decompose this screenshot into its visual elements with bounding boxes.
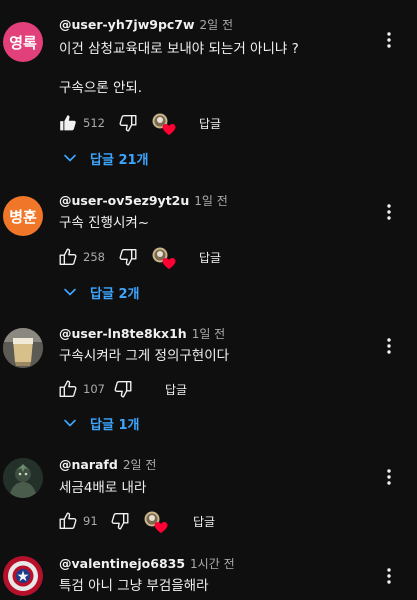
like-count: 91 bbox=[83, 514, 98, 528]
comment-text-line: 특검 아니 그냥 부검을해라 bbox=[59, 578, 209, 594]
avatar[interactable] bbox=[3, 458, 43, 498]
more-vertical-icon bbox=[379, 566, 399, 586]
like-count: 107 bbox=[83, 382, 105, 396]
chevron-down-icon bbox=[62, 415, 78, 431]
comment-header: @user-ov5ez9yt2u 1일 전 bbox=[59, 193, 228, 209]
comment-header: @user-ln8te8kx1h 1일 전 bbox=[59, 326, 225, 342]
reply-button[interactable]: 답글 bbox=[165, 381, 187, 398]
more-vertical-icon bbox=[379, 202, 399, 222]
comment-actions: 258 답글 bbox=[57, 246, 307, 270]
creator-heart-icon bbox=[151, 112, 177, 136]
avatar-image bbox=[3, 328, 43, 368]
thumbs-down-icon[interactable] bbox=[112, 378, 134, 400]
creator-heart-icon bbox=[151, 246, 177, 270]
avatar[interactable] bbox=[3, 556, 43, 596]
more-vertical-icon bbox=[379, 336, 399, 356]
comment-header: @user-yh7jw9pc7w 2일 전 bbox=[59, 17, 233, 33]
thumbs-down-icon[interactable] bbox=[109, 510, 131, 532]
comment-header: @valentinejo6835 1시간 전 bbox=[59, 556, 235, 572]
comment-time[interactable]: 1일 전 bbox=[194, 194, 228, 208]
more-button[interactable] bbox=[379, 202, 399, 222]
comment-actions: 91 답글 bbox=[57, 510, 307, 534]
author-name[interactable]: @user-ln8te8kx1h bbox=[59, 326, 187, 341]
thumbs-down-icon[interactable] bbox=[117, 246, 139, 268]
thumbs-up-icon[interactable] bbox=[57, 378, 79, 400]
chevron-down-icon bbox=[62, 150, 78, 166]
more-vertical-icon bbox=[379, 30, 399, 50]
avatar-initials: 병훈 bbox=[9, 207, 37, 226]
comment-actions: 107 답글 bbox=[57, 378, 307, 402]
comment-time[interactable]: 1일 전 bbox=[192, 327, 226, 341]
comment-time[interactable]: 2일 전 bbox=[200, 18, 234, 32]
avatar-image bbox=[3, 458, 43, 498]
thumbs-up-icon[interactable] bbox=[57, 246, 79, 268]
author-name[interactable]: @user-yh7jw9pc7w bbox=[59, 17, 195, 32]
like-count: 512 bbox=[83, 116, 105, 130]
thumbs-down-icon[interactable] bbox=[117, 112, 139, 134]
reply-button[interactable]: 답글 bbox=[193, 513, 215, 530]
reply-button[interactable]: 답글 bbox=[199, 249, 221, 266]
comment-text-line: 구속 진행시켜~ bbox=[59, 215, 150, 231]
comment-header: @narafd 2일 전 bbox=[59, 457, 156, 473]
comment-text-line: 세금4배로 내라 bbox=[59, 480, 147, 496]
more-button[interactable] bbox=[379, 336, 399, 356]
more-button[interactable] bbox=[379, 30, 399, 50]
comment-time[interactable]: 1시간 전 bbox=[190, 557, 235, 571]
view-replies-button[interactable]: 답글 2개 bbox=[62, 282, 139, 302]
avatar[interactable] bbox=[3, 328, 43, 368]
comment-text-line: 구속으론 안되. bbox=[59, 80, 143, 96]
creator-heart-icon bbox=[143, 510, 169, 534]
comment-time[interactable]: 2일 전 bbox=[123, 458, 157, 472]
author-name[interactable]: @narafd bbox=[59, 457, 118, 472]
thumbs-up-icon[interactable] bbox=[57, 510, 79, 532]
avatar-initials: 영록 bbox=[9, 33, 37, 52]
comment-text-line: 구속시켜라 그게 정의구현이다 bbox=[59, 348, 230, 364]
comment-text-line: 이건 삼청교육대로 보내야 되는거 아니냐 ? bbox=[59, 41, 299, 57]
comment-actions: 512 답글 bbox=[57, 112, 307, 136]
chevron-down-icon bbox=[62, 284, 78, 300]
author-name[interactable]: @valentinejo6835 bbox=[59, 556, 185, 571]
avatar[interactable]: 영록 bbox=[3, 22, 43, 62]
more-vertical-icon bbox=[379, 467, 399, 487]
reply-button[interactable]: 답글 bbox=[199, 115, 221, 132]
thumbs-up-icon[interactable] bbox=[57, 112, 79, 134]
view-replies-button[interactable]: 답글 1개 bbox=[62, 413, 139, 433]
view-replies-button[interactable]: 답글 21개 bbox=[62, 148, 149, 168]
replies-count: 답글 21개 bbox=[90, 152, 149, 168]
avatar-image bbox=[3, 556, 43, 596]
more-button[interactable] bbox=[379, 566, 399, 586]
like-count: 258 bbox=[83, 250, 105, 264]
avatar[interactable]: 병훈 bbox=[3, 196, 43, 236]
author-name[interactable]: @user-ov5ez9yt2u bbox=[59, 193, 189, 208]
more-button[interactable] bbox=[379, 467, 399, 487]
replies-count: 답글 1개 bbox=[90, 417, 140, 433]
replies-count: 답글 2개 bbox=[90, 286, 140, 302]
